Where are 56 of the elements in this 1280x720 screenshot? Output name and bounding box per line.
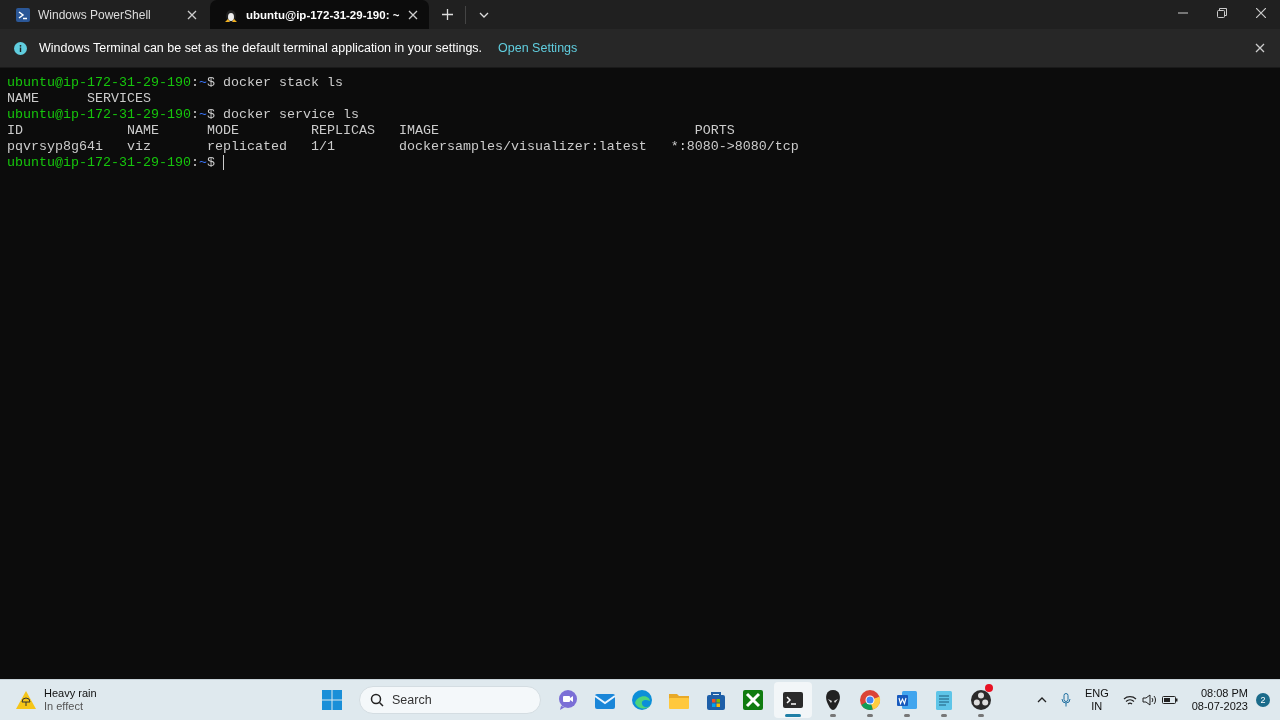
terminal-tab[interactable]: ubuntu@ip-172-31-29-190: ~	[210, 0, 430, 29]
output-line: pqvrsyp8g64i viz replicated 1/1 dockersamples/visualizer:latest *:8080->8080/tcp	[7, 139, 799, 155]
plus-icon	[441, 9, 453, 20]
prompt-user-host: ubuntu@ip-172-31-29-190	[7, 75, 191, 91]
command-text: docker service ls	[222, 107, 359, 123]
info-icon	[14, 41, 27, 55]
prompt-user-host: ubuntu@ip-172-31-29-190	[7, 107, 191, 123]
close-icon[interactable]	[1254, 42, 1266, 54]
notification-count[interactable]: 2	[1256, 693, 1270, 707]
clock-date: 08-07-2023	[1191, 700, 1248, 713]
shopping-bag-icon	[705, 689, 727, 711]
warning-umbrella-icon	[16, 691, 36, 709]
speaker-icon	[1141, 694, 1157, 706]
prompt-separator: :	[190, 107, 199, 123]
close-icon	[1255, 8, 1266, 18]
restore-icon	[1216, 8, 1227, 18]
chevron-down-icon	[479, 11, 490, 18]
info-message: Windows Terminal can be set as the default terminal application in your settings.	[39, 41, 483, 55]
close-icon[interactable]	[407, 8, 420, 21]
search-icon	[370, 693, 384, 707]
microphone-icon	[1060, 693, 1071, 707]
chrome-browser-icon	[859, 689, 881, 711]
prompt-symbol: $	[206, 155, 215, 171]
prompt-path: ~	[198, 107, 207, 123]
x-logo-icon	[742, 689, 764, 711]
prompt-user-host: ubuntu@ip-172-31-29-190	[7, 155, 191, 171]
prompt-separator: :	[190, 75, 199, 91]
wifi-icon	[1122, 694, 1137, 706]
command-text: docker stack ls	[222, 75, 343, 91]
language-code: ENG	[1084, 687, 1109, 700]
open-settings-link[interactable]: Open Settings	[498, 41, 578, 55]
weather-title: Heavy rain	[44, 687, 97, 700]
windows-logo-icon	[322, 690, 342, 710]
output-line: NAME SERVICES	[7, 91, 151, 107]
weather-subtitle: In effect	[44, 700, 84, 713]
prompt-separator: :	[190, 155, 199, 171]
terminal-tab[interactable]: Windows PowerShell	[2, 0, 208, 29]
word-document-icon	[896, 689, 918, 711]
video-chat-icon	[557, 689, 579, 711]
prompt-path: ~	[198, 75, 207, 91]
chevron-up-icon	[1036, 697, 1047, 703]
terminal-icon	[782, 689, 804, 711]
prompt-path: ~	[198, 155, 207, 171]
output-line: ID NAME MODE REPLICAS IMAGE PORTS	[7, 123, 735, 139]
taskbar-app-button[interactable]	[774, 682, 812, 718]
region-code: IN	[1091, 700, 1103, 713]
swirl-browser-icon	[631, 689, 653, 711]
clock-time: 08:08 PM	[1200, 687, 1248, 700]
prompt-symbol: $	[206, 107, 215, 123]
battery-icon	[1161, 695, 1178, 705]
record-circle-icon	[970, 689, 992, 711]
close-icon[interactable]	[186, 8, 198, 21]
notepad-icon	[933, 689, 955, 711]
search-field[interactable]: Search	[359, 686, 541, 714]
powershell-icon	[16, 7, 30, 22]
prompt-symbol: $	[206, 75, 215, 91]
